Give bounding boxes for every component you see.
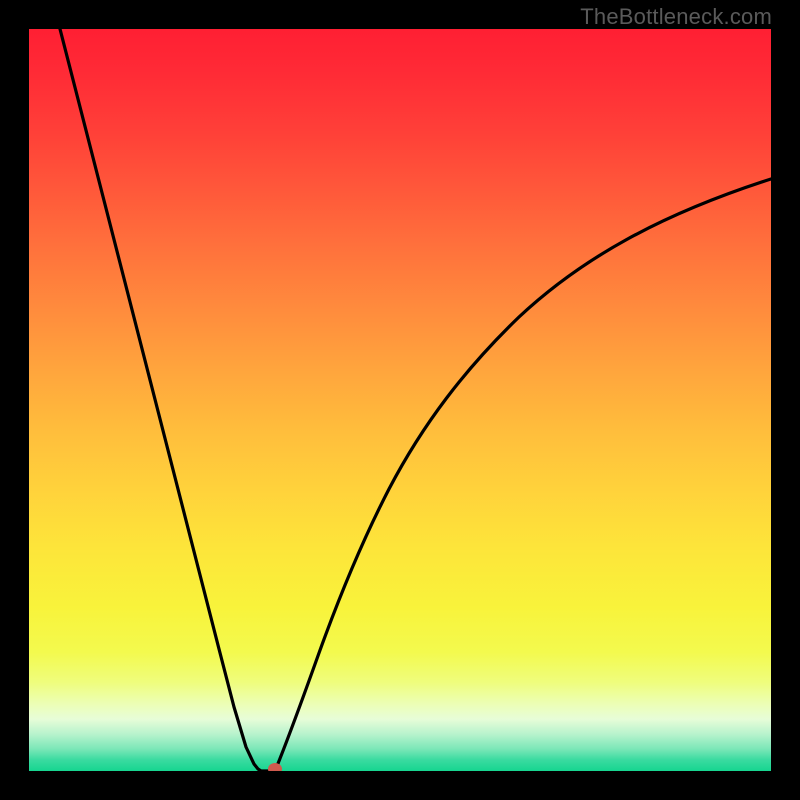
bottleneck-curve — [29, 29, 771, 771]
chart-frame: TheBottleneck.com — [0, 0, 800, 800]
watermark-text: TheBottleneck.com — [580, 4, 772, 30]
curve-path — [60, 29, 771, 771]
optimal-point-marker — [268, 763, 282, 771]
plot-area — [29, 29, 771, 771]
